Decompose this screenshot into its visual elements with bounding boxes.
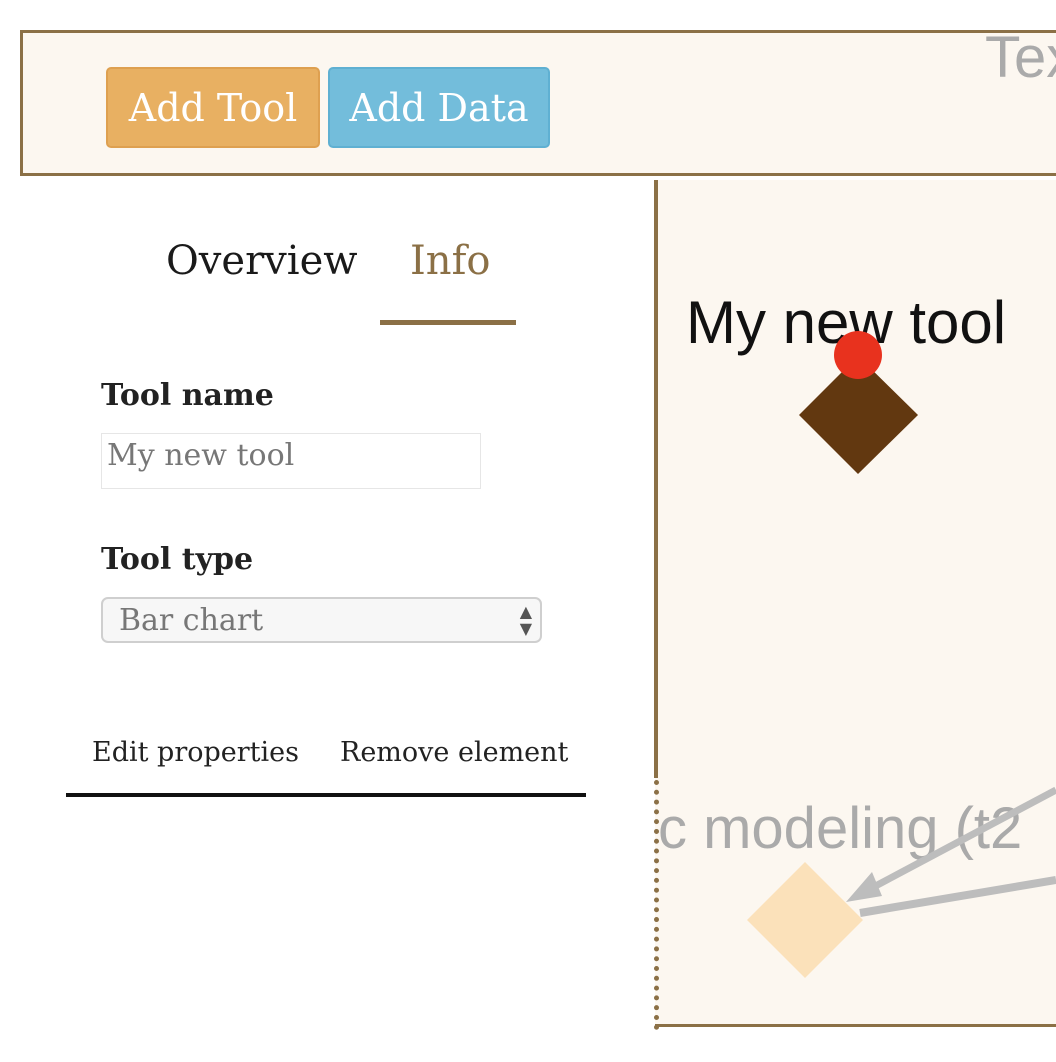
edit-properties-button[interactable]: Edit properties — [92, 737, 299, 768]
tab-info[interactable]: Info — [410, 238, 490, 284]
graph-edge-arrow — [866, 786, 1056, 894]
add-tool-button[interactable]: Add Tool — [106, 67, 320, 148]
active-tab-indicator — [380, 320, 516, 325]
remove-element-button[interactable]: Remove element — [340, 737, 568, 768]
tool-type-label: Tool type — [101, 542, 254, 577]
clipped-node-label: Tex — [985, 25, 1056, 90]
tab-overview[interactable]: Overview — [166, 238, 357, 284]
tool-name-input[interactable]: My new tool — [101, 433, 481, 489]
edge-arrowhead — [846, 872, 882, 902]
tool-type-selected-value: Bar chart — [119, 602, 264, 638]
graph-edge — [859, 876, 1056, 917]
select-arrows-icon: ▲ ▼ — [519, 602, 532, 638]
actions-underline — [66, 793, 586, 797]
add-data-button[interactable]: Add Data — [328, 67, 550, 148]
faded-node[interactable] — [747, 862, 863, 978]
tool-name-label: Tool name — [101, 378, 274, 413]
node-connection-handle[interactable] — [834, 331, 882, 379]
top-toolbar: Add Tool Add Data — [20, 30, 1056, 176]
tool-type-select[interactable]: Bar chart ▲ ▼ — [101, 597, 542, 643]
